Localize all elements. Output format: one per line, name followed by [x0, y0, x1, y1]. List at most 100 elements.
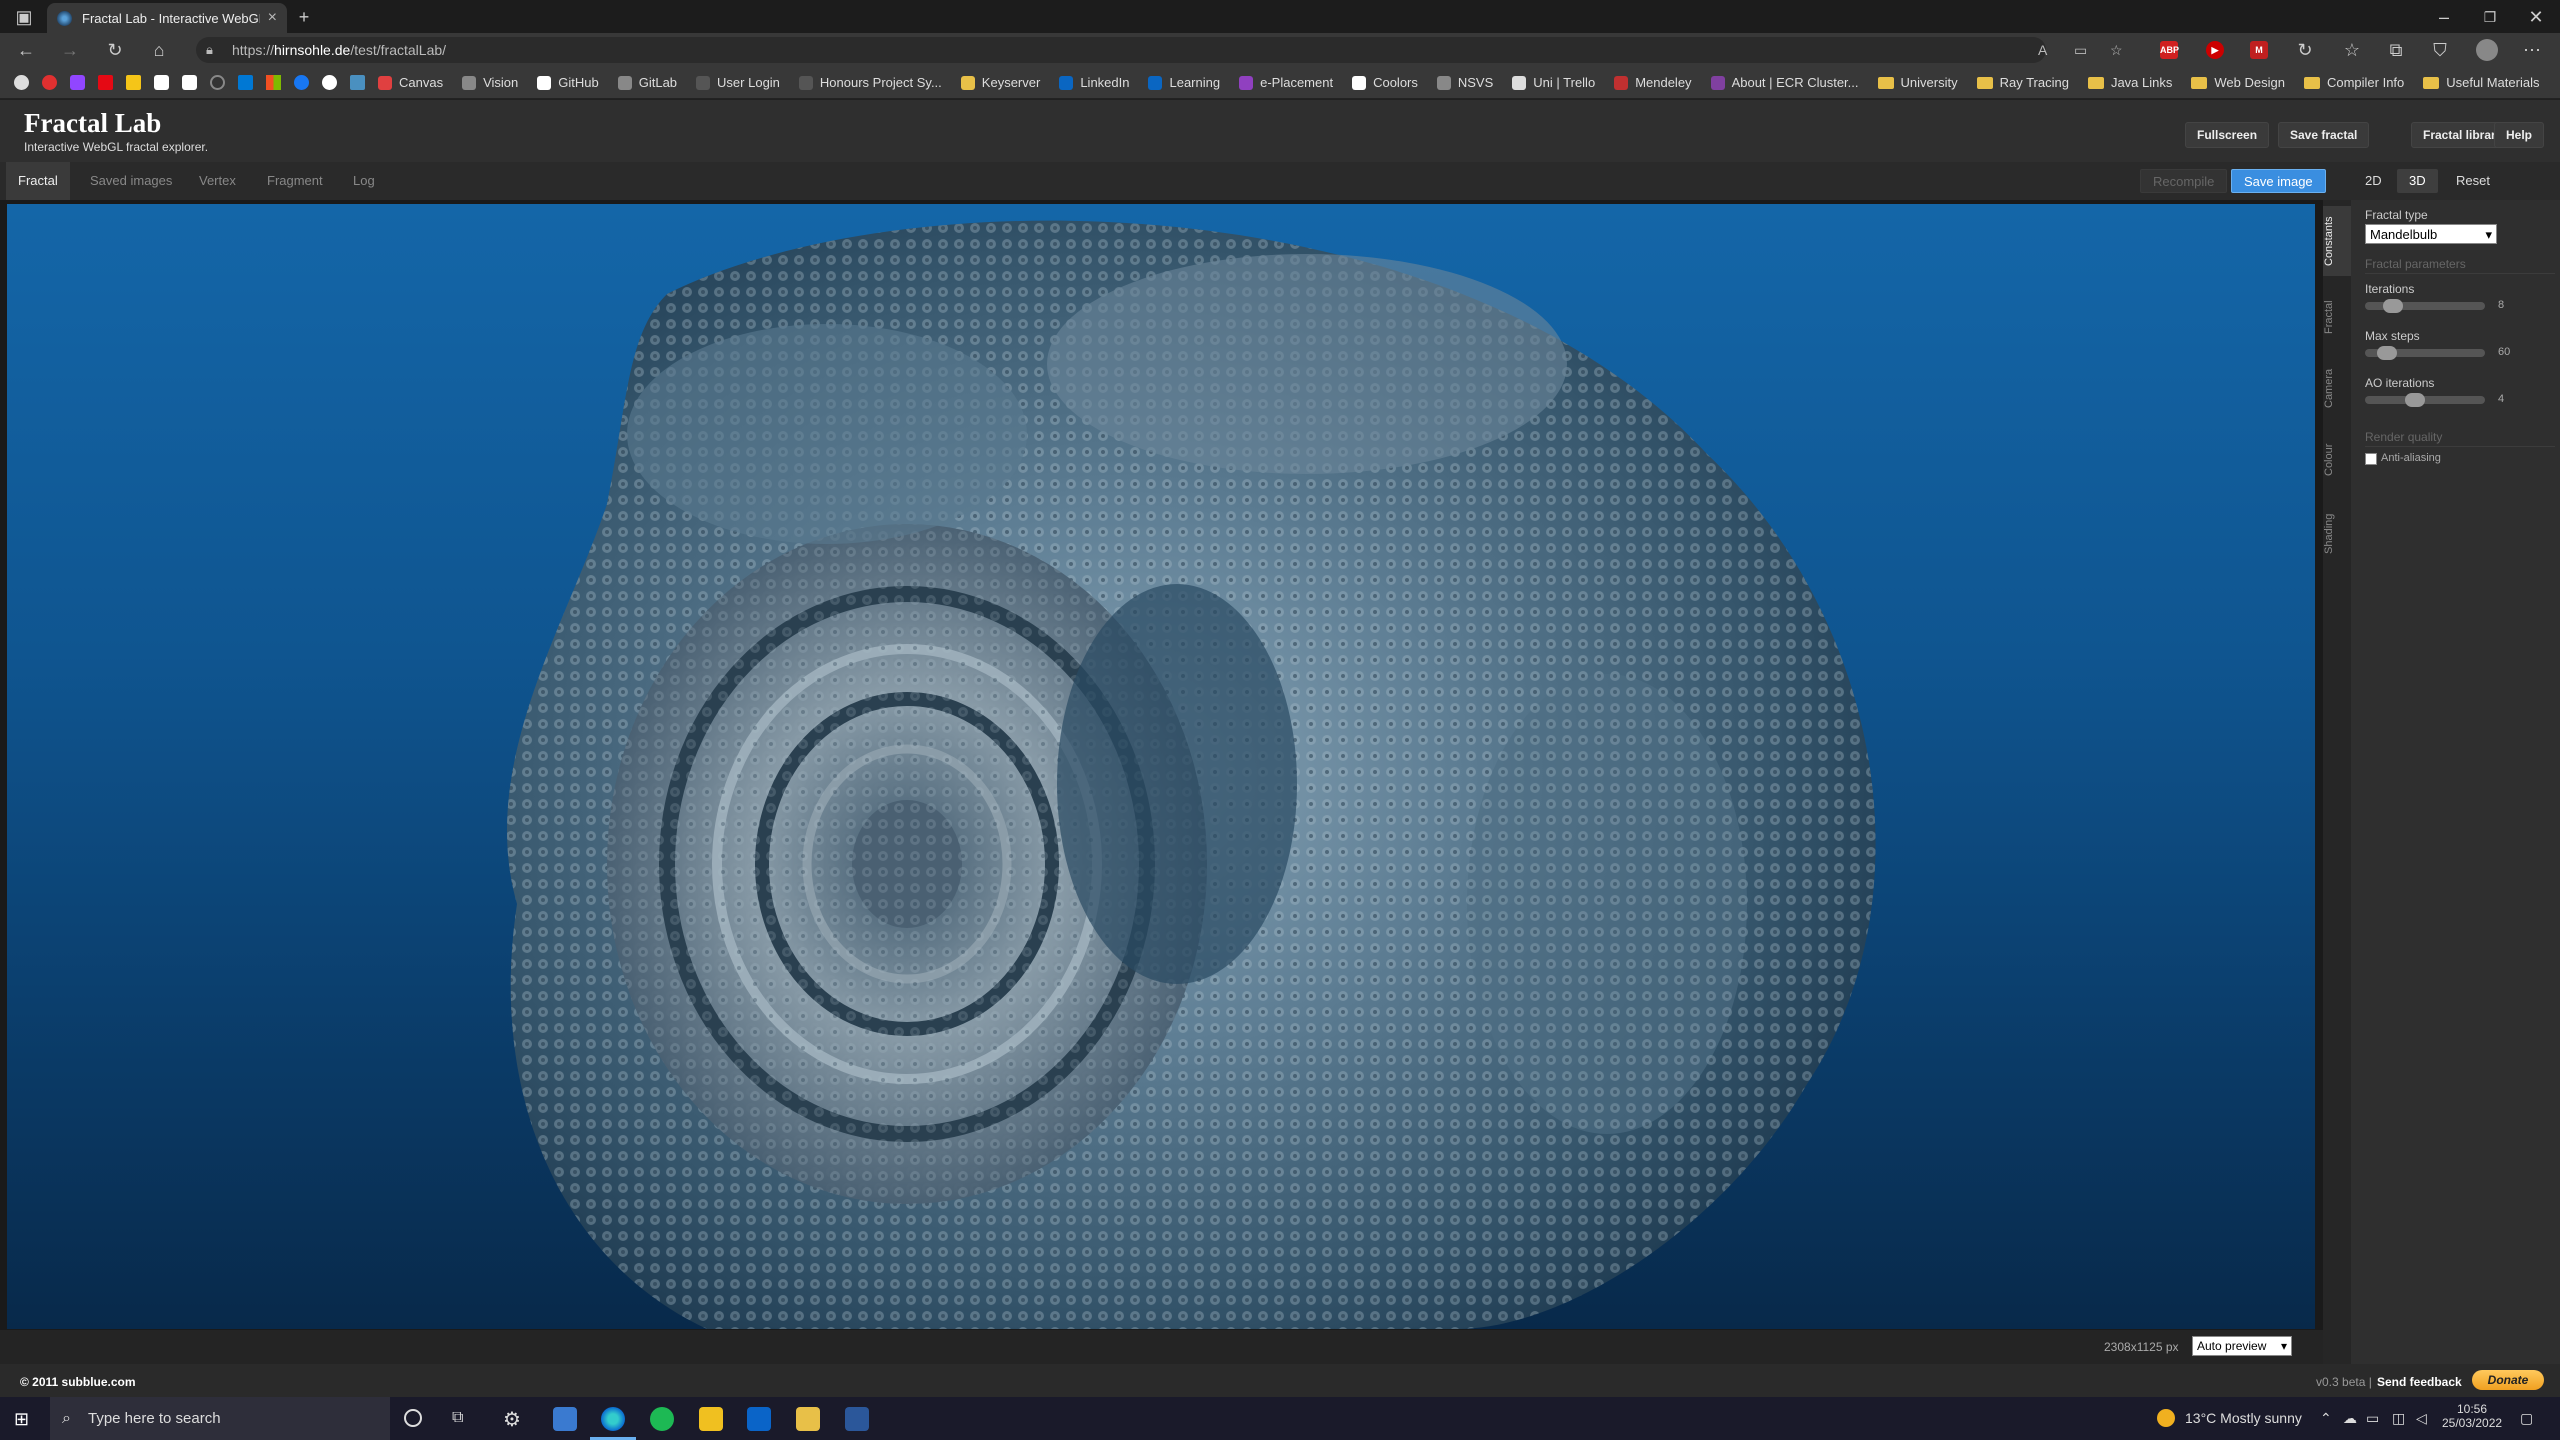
edge-icon[interactable] — [601, 1407, 625, 1431]
more-menu-icon[interactable]: ⋯ — [2520, 39, 2544, 61]
max-steps-knob[interactable] — [2377, 346, 2397, 360]
reset-button[interactable]: Reset — [2444, 169, 2502, 193]
amazon-bookmark-icon[interactable] — [154, 75, 169, 90]
read-aloud-icon[interactable]: A — [2038, 37, 2047, 63]
youtube-ext-icon[interactable]: ▶ — [2206, 41, 2224, 59]
spotify-icon[interactable] — [650, 1407, 674, 1431]
home-icon[interactable]: ⌂ — [147, 39, 171, 61]
facebook-bookmark-icon[interactable] — [294, 75, 309, 90]
bookmark-folder-java-links[interactable]: Java Links — [2087, 75, 2172, 90]
anti-aliasing-checkbox[interactable] — [2365, 453, 2377, 465]
save-fractal-button[interactable]: Save fractal — [2278, 122, 2370, 148]
bookmark-mendeley[interactable]: Mendeley — [1614, 75, 1692, 90]
google-alt-bookmark-icon[interactable] — [322, 75, 337, 90]
battery-icon[interactable]: ▭ — [2366, 1410, 2379, 1427]
address-bar[interactable]: 🔒︎ https://hirnsohle.de/test/fractalLab/… — [196, 37, 2123, 63]
bookmark-uni-trello[interactable]: Uni | Trello — [1512, 75, 1595, 90]
vtab-colour[interactable]: Colour — [2323, 434, 2351, 486]
recompile-button[interactable]: Recompile — [2140, 169, 2228, 193]
fullscreen-button[interactable]: Fullscreen — [2185, 122, 2270, 148]
file-explorer-icon[interactable] — [796, 1407, 820, 1431]
profile-avatar[interactable] — [2476, 39, 2498, 61]
bookmark-folder-compiler-info[interactable]: Compiler Info — [2303, 75, 2404, 90]
tab-log[interactable]: Log — [341, 162, 387, 200]
bookmark-e-placement[interactable]: e-Placement — [1239, 75, 1333, 90]
bookmark-folder-web-design[interactable]: Web Design — [2191, 75, 2285, 90]
weather-text[interactable]: 13°C Mostly sunny — [2185, 1410, 2302, 1426]
bookmark-linkedin[interactable]: LinkedIn — [1059, 75, 1129, 90]
new-tab-icon[interactable]: + — [284, 3, 324, 31]
youtube-bookmark-icon[interactable] — [42, 75, 57, 90]
task-view-icon[interactable]: ⧉ — [452, 1409, 463, 1427]
settings-icon[interactable]: ⚙ — [503, 1407, 521, 1432]
bookmark-gitlab[interactable]: GitLab — [617, 75, 677, 90]
plex-bookmark-icon[interactable] — [126, 75, 141, 90]
preview-mode-select[interactable]: Auto preview ▾ — [2192, 1336, 2292, 1356]
save-image-button[interactable]: Save image — [2231, 169, 2326, 193]
bookmark-folder-ray-tracing[interactable]: Ray Tracing — [1976, 75, 2069, 90]
tab-fractal[interactable]: Fractal — [6, 162, 70, 200]
tab-vertex[interactable]: Vertex — [187, 162, 248, 200]
back-icon[interactable]: ← — [14, 39, 38, 61]
microsoft-bookmark-icon[interactable] — [266, 75, 281, 90]
taskbar-search[interactable]: ⌕ Type here to search — [50, 1397, 390, 1440]
paypal-bookmark-icon[interactable] — [238, 75, 253, 90]
mode-2d-button[interactable]: 2D — [2353, 169, 2394, 193]
ao-iterations-slider[interactable] — [2365, 393, 2485, 407]
bookmark-coolors[interactable]: Coolors — [1352, 75, 1418, 90]
bookmark-folder-university[interactable]: University — [1877, 75, 1958, 90]
bookmark-keyserver[interactable]: Keyserver — [960, 75, 1040, 90]
iterations-knob[interactable] — [2383, 299, 2403, 313]
start-windows-icon[interactable]: ⊞ — [14, 1410, 32, 1428]
bookmark-folder-useful-materials[interactable]: Useful Materials — [2423, 75, 2539, 90]
bookmark-honours-project-sy[interactable]: Honours Project Sy... — [798, 75, 942, 90]
refresh-icon[interactable]: ↻ — [103, 39, 127, 61]
close-window-icon[interactable]: ✕ — [2516, 3, 2556, 31]
bookmark-learning[interactable]: Learning — [1148, 75, 1220, 90]
netflix-bookmark-icon[interactable] — [98, 75, 113, 90]
network-icon[interactable]: ◫ — [2392, 1410, 2405, 1427]
word-icon[interactable] — [845, 1407, 869, 1431]
cortana-icon[interactable] — [404, 1409, 422, 1427]
bookmark-vision[interactable]: Vision — [462, 75, 518, 90]
vtab-constants[interactable]: Constants — [2323, 206, 2351, 276]
help-button[interactable]: Help — [2494, 122, 2545, 148]
chat-bookmark-icon[interactable] — [350, 75, 365, 90]
clock[interactable]: 10:56 25/03/2022 — [2442, 1402, 2502, 1430]
forward-icon[interactable]: → — [58, 39, 82, 61]
tab-saved-images[interactable]: Saved images — [78, 162, 184, 200]
onedrive-icon[interactable]: ☁ — [2343, 1410, 2357, 1427]
vtab-camera[interactable]: Camera — [2323, 360, 2351, 416]
vtab-shading[interactable]: Shading — [2323, 504, 2351, 564]
fractal-canvas[interactable] — [7, 204, 2315, 1329]
fractal-type-select[interactable]: Mandelbulb ▾ — [2365, 224, 2497, 244]
immersive-reader-icon[interactable]: ▭ — [2074, 37, 2087, 63]
bookmark-user-login[interactable]: User Login — [696, 75, 780, 90]
google-bookmark-icon[interactable] — [14, 75, 29, 90]
bookmark-about-ecr-cluster[interactable]: About | ECR Cluster... — [1710, 75, 1859, 90]
ao-iterations-knob[interactable] — [2405, 393, 2425, 407]
mode-3d-button[interactable]: 3D — [2397, 169, 2438, 193]
restore-icon[interactable]: ❐ — [2470, 3, 2510, 31]
adblock-icon[interactable]: ABP — [2160, 41, 2179, 59]
notifications-icon[interactable]: ▢ — [2520, 1410, 2533, 1427]
vtab-fractal[interactable]: Fractal — [2323, 292, 2351, 342]
twitch-bookmark-icon[interactable] — [70, 75, 85, 90]
browser-tab[interactable]: Fractal Lab - Interactive WebGL F × — [47, 3, 287, 33]
bookmark-nsvs[interactable]: NSVS — [1436, 75, 1493, 90]
collections-icon[interactable]: ⧉ — [2384, 39, 2408, 61]
tab-fragment[interactable]: Fragment — [255, 162, 335, 200]
sync-icon[interactable]: ↻ — [2293, 39, 2317, 61]
bookmark-canvas[interactable]: Canvas — [378, 75, 443, 90]
tab-actions-icon[interactable]: ▣ — [4, 3, 44, 31]
minimize-icon[interactable]: – — [2424, 3, 2464, 31]
send-feedback-link[interactable]: Send feedback — [2377, 1375, 2462, 1389]
donate-button[interactable]: Donate — [2472, 1370, 2544, 1390]
mail-ext-icon[interactable]: M — [2250, 41, 2268, 59]
add-favorite-icon[interactable]: ☆ — [2110, 37, 2123, 63]
volume-icon[interactable]: ◁ — [2416, 1410, 2427, 1427]
close-tab-icon[interactable]: × — [268, 9, 277, 27]
circle-bookmark-icon[interactable] — [210, 75, 225, 90]
sticky-notes-icon[interactable] — [699, 1407, 723, 1431]
tray-overflow-icon[interactable]: ⌃ — [2320, 1410, 2332, 1427]
